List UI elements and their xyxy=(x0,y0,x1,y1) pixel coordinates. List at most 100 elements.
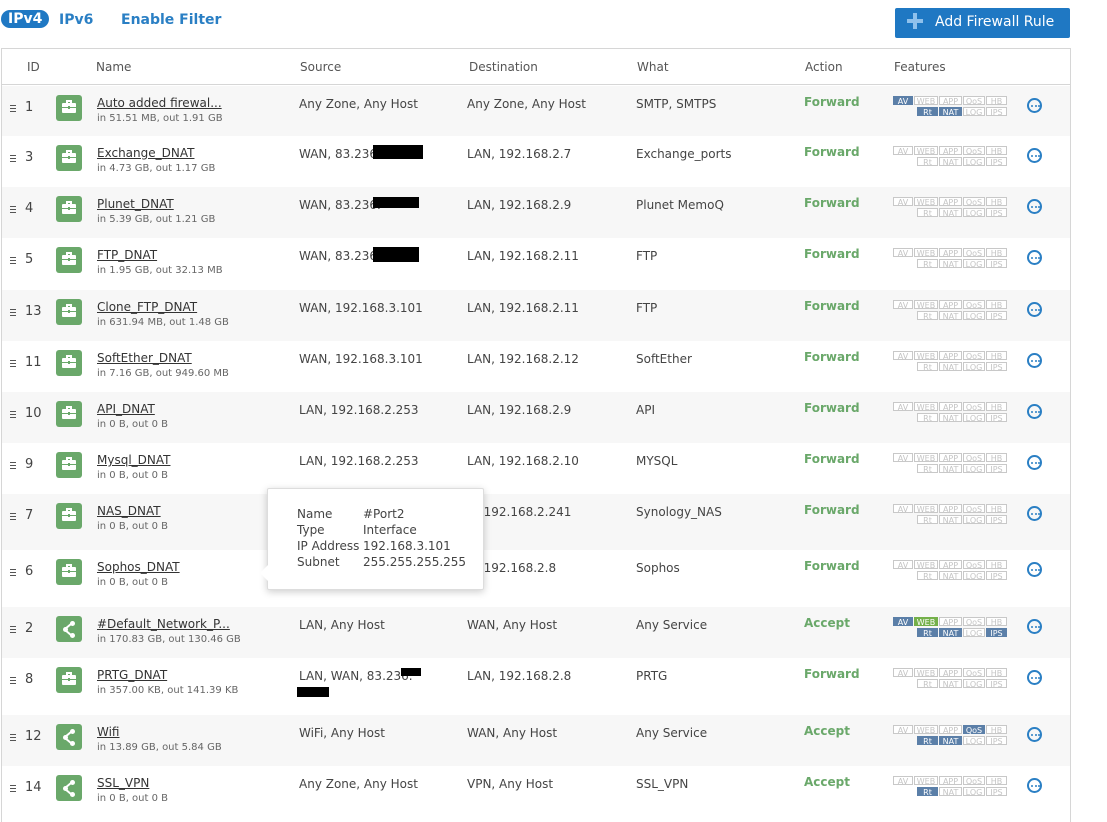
rule-service[interactable]: SoftEther xyxy=(636,352,692,366)
more-options-icon[interactable] xyxy=(1027,619,1042,634)
more-options-icon[interactable] xyxy=(1027,506,1042,521)
table-row[interactable]: 8 PRTG_DNAT in 357.00 KB, out 141.39 KB LAN… xyxy=(2,658,1070,715)
rule-service[interactable]: Any Service xyxy=(636,726,707,740)
rule-name-link[interactable]: Exchange_DNAT xyxy=(97,146,194,160)
more-options-icon[interactable] xyxy=(1027,778,1042,793)
more-options-icon[interactable] xyxy=(1027,302,1042,317)
rule-name-link[interactable]: PRTG_DNAT xyxy=(97,668,167,682)
rule-destination[interactable]: Any Zone, Any Host xyxy=(467,97,586,111)
rule-source[interactable]: WiFi, Any Host xyxy=(299,726,385,740)
drag-handle-icon[interactable] xyxy=(10,513,16,522)
table-row[interactable]: 6 Sophos_DNAT in 0 B, out 0 B N, 192.168.2.… xyxy=(2,550,1070,607)
drag-handle-icon[interactable] xyxy=(10,569,16,578)
table-row[interactable]: 10 API_DNAT in 0 B, out 0 B LAN, 192.168.2.… xyxy=(2,392,1070,443)
tab-ipv6[interactable]: IPv6 xyxy=(59,12,93,28)
rule-name-link[interactable]: Sophos_DNAT xyxy=(97,560,180,574)
rule-source[interactable]: WAN, 83.236. xyxy=(299,249,381,263)
rule-name-link[interactable]: API_DNAT xyxy=(97,402,155,416)
more-options-icon[interactable] xyxy=(1027,404,1042,419)
rule-destination[interactable]: LAN, 192.168.2.9 xyxy=(467,198,571,212)
rule-destination[interactable]: LAN, 192.168.2.11 xyxy=(467,249,579,263)
rule-source[interactable]: LAN, 192.168.2.253 xyxy=(299,454,419,468)
drag-handle-icon[interactable] xyxy=(10,155,16,164)
rule-service[interactable]: Plunet MemoQ xyxy=(636,198,724,212)
rule-name-link[interactable]: FTP_DNAT xyxy=(97,248,157,262)
rule-destination[interactable]: LAN, 192.168.2.7 xyxy=(467,147,571,161)
rule-name-link[interactable]: #Default_Network_P... xyxy=(97,617,230,631)
drag-handle-icon[interactable] xyxy=(10,360,16,369)
rule-destination[interactable]: LAN, 192.168.2.12 xyxy=(467,352,579,366)
rule-service[interactable]: Sophos xyxy=(636,561,680,575)
rule-source[interactable]: LAN, 192.168.2.253 xyxy=(299,403,419,417)
drag-handle-icon[interactable] xyxy=(10,785,16,794)
rule-destination[interactable]: LAN, 192.168.2.8 xyxy=(467,669,571,683)
more-options-icon[interactable] xyxy=(1027,562,1042,577)
table-row[interactable]: 12 Wifi in 13.89 GB, out 5.84 GB WiFi, Any … xyxy=(2,715,1070,766)
rule-service[interactable]: PRTG xyxy=(636,669,667,683)
drag-handle-icon[interactable] xyxy=(10,257,16,266)
column-header-what[interactable]: What xyxy=(637,60,669,74)
rule-service[interactable]: SMTP, SMTPS xyxy=(636,97,716,111)
drag-handle-icon[interactable] xyxy=(10,309,16,318)
column-header-id[interactable]: ID xyxy=(27,60,40,74)
rule-destination[interactable]: VPN, Any Host xyxy=(467,777,553,791)
more-options-icon[interactable] xyxy=(1027,727,1042,742)
rule-service[interactable]: FTP xyxy=(636,301,657,315)
table-row[interactable]: 9 Mysql_DNAT in 0 B, out 0 B LAN, 192.168.2… xyxy=(2,443,1070,494)
rule-service[interactable]: API xyxy=(636,403,655,417)
more-options-icon[interactable] xyxy=(1027,455,1042,470)
rule-name-link[interactable]: Plunet_DNAT xyxy=(97,197,174,211)
more-options-icon[interactable] xyxy=(1027,98,1042,113)
rule-name-link[interactable]: SoftEther_DNAT xyxy=(97,351,192,365)
rule-destination[interactable]: WAN, Any Host xyxy=(467,726,557,740)
rule-source[interactable]: Any Zone, Any Host xyxy=(299,777,418,791)
drag-handle-icon[interactable] xyxy=(10,734,16,743)
table-row[interactable]: 3 Exchange_DNAT in 4.73 GB, out 1.17 GB WAN… xyxy=(2,136,1070,187)
drag-handle-icon[interactable] xyxy=(10,462,16,471)
table-row[interactable]: 14 SSL_VPN in 0 B, out 0 B Any Zone, Any Ho… xyxy=(2,766,1070,822)
rule-service[interactable]: Any Service xyxy=(636,618,707,632)
rule-destination[interactable]: LAN, 192.168.2.11 xyxy=(467,301,579,315)
rule-name-link[interactable]: Mysql_DNAT xyxy=(97,453,170,467)
rule-source[interactable]: Any Zone, Any Host xyxy=(299,97,418,111)
drag-handle-icon[interactable] xyxy=(10,411,16,420)
drag-handle-icon[interactable] xyxy=(10,105,16,114)
rule-destination[interactable]: WAN, Any Host xyxy=(467,618,557,632)
table-row[interactable]: 13 Clone_FTP_DNAT in 631.94 MB, out 1.48 G… xyxy=(2,290,1070,341)
column-header-action[interactable]: Action xyxy=(805,60,843,74)
column-header-destination[interactable]: Destination xyxy=(469,60,538,74)
rule-source[interactable]: WAN, 192.168.3.101 xyxy=(299,301,423,315)
table-row[interactable]: 7 NAS_DNAT in 0 B, out 0 B N, 192.168.2.241… xyxy=(2,494,1070,550)
rule-service[interactable]: FTP xyxy=(636,249,657,263)
tab-ipv4[interactable]: IPv4 xyxy=(1,10,50,28)
rule-name-link[interactable]: SSL_VPN xyxy=(97,776,149,790)
more-options-icon[interactable] xyxy=(1027,670,1042,685)
drag-handle-icon[interactable] xyxy=(10,626,16,635)
rule-name-link[interactable]: NAS_DNAT xyxy=(97,504,161,518)
table-row[interactable]: 4 Plunet_DNAT in 5.39 GB, out 1.21 GB WAN, … xyxy=(2,187,1070,238)
enable-filter-link[interactable]: Enable Filter xyxy=(121,12,221,28)
table-row[interactable]: 1 Auto added firewal... in 51.51 MB, out 1… xyxy=(2,86,1070,136)
rule-source[interactable]: LAN, WAN, 83.236. xyxy=(299,669,413,683)
table-row[interactable]: 5 FTP_DNAT in 1.95 GB, out 32.13 MB WAN, 83… xyxy=(2,238,1070,290)
rule-source[interactable]: LAN, Any Host xyxy=(299,618,385,632)
rule-source[interactable]: WAN, 192.168.3.101 xyxy=(299,352,423,366)
column-header-features[interactable]: Features xyxy=(894,60,946,74)
table-row[interactable]: 2 #Default_Network_P... in 170.83 GB, out … xyxy=(2,607,1070,658)
more-options-icon[interactable] xyxy=(1027,199,1042,214)
rule-service[interactable]: MYSQL xyxy=(636,454,677,468)
column-header-name[interactable]: Name xyxy=(96,60,131,74)
more-options-icon[interactable] xyxy=(1027,250,1042,265)
rule-name-link[interactable]: Clone_FTP_DNAT xyxy=(97,300,197,314)
column-header-source[interactable]: Source xyxy=(300,60,341,74)
more-options-icon[interactable] xyxy=(1027,353,1042,368)
rule-source[interactable]: WAN, 83.236. xyxy=(299,147,381,161)
rule-name-link[interactable]: Auto added firewal... xyxy=(97,96,222,110)
rule-service[interactable]: Synology_NAS xyxy=(636,505,722,519)
rule-destination[interactable]: LAN, 192.168.2.10 xyxy=(467,454,579,468)
more-options-icon[interactable] xyxy=(1027,148,1042,163)
drag-handle-icon[interactable] xyxy=(10,206,16,215)
rule-source[interactable]: WAN, 83.236. xyxy=(299,198,381,212)
rule-service[interactable]: SSL_VPN xyxy=(636,777,688,791)
add-firewall-rule-button[interactable]: Add Firewall Rule xyxy=(895,8,1070,38)
